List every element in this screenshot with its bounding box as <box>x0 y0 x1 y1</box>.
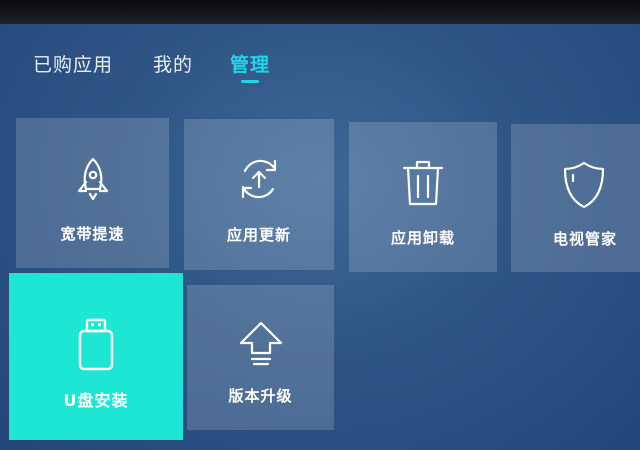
tile-label: 应用卸载 <box>390 229 455 247</box>
tile-label: 电视管家 <box>553 230 618 248</box>
refresh-icon <box>241 159 277 199</box>
tile-usb-install[interactable]: U盘安装 <box>9 273 183 440</box>
active-tab-indicator <box>241 80 259 83</box>
upgrade-arrow-icon <box>239 321 282 366</box>
top-tab-bar: 已购应用 我的 管理 <box>0 0 640 100</box>
tab-purchased-apps[interactable]: 已购应用 <box>33 50 113 77</box>
usb-drive-icon <box>78 318 114 371</box>
tab-manage[interactable]: 管理 <box>230 50 270 77</box>
tab-mine[interactable]: 我的 <box>153 50 193 77</box>
tile-label: 应用更新 <box>226 226 291 244</box>
tile-tv-manager[interactable]: 电视管家 <box>511 124 640 272</box>
rocket-icon <box>77 157 108 201</box>
tv-app-manager-screen: 已购应用 我的 管理 宽带提速 应用更新 应用卸载 电视管家 U盘安装 版本升级 <box>0 0 640 450</box>
tile-version-upgrade[interactable]: 版本升级 <box>187 285 334 430</box>
tile-label: 版本升级 <box>228 387 293 405</box>
shield-icon <box>563 161 605 209</box>
tile-app-update[interactable]: 应用更新 <box>184 119 334 270</box>
tile-app-uninstall[interactable]: 应用卸载 <box>349 122 497 272</box>
tile-label: 宽带提速 <box>60 225 125 243</box>
tile-label: U盘安装 <box>63 391 129 410</box>
tile-broadband-speedup[interactable]: 宽带提速 <box>16 118 169 268</box>
trash-icon <box>402 160 444 206</box>
